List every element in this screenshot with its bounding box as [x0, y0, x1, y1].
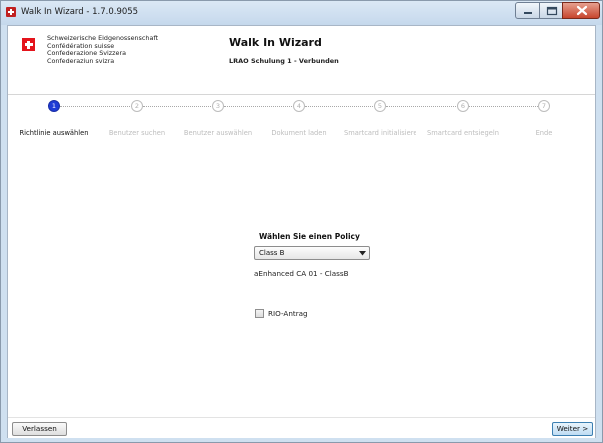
policy-selection-panel: Wählen Sie einen Policy Class B aEnhance… [8, 146, 595, 416]
wizard-title: Walk In Wizard [229, 36, 322, 49]
step-4-indicator: 4 [293, 100, 305, 112]
step-5-indicator: 5 [374, 100, 386, 112]
step-2-label: Benutzer suchen [108, 129, 166, 137]
chevron-down-icon [359, 251, 366, 256]
step-connector [469, 106, 544, 108]
step-5-label: Smartcard initialisieren [344, 129, 416, 137]
step-connector [305, 106, 381, 108]
maximize-button[interactable] [539, 2, 563, 19]
leave-button[interactable]: Verlassen [12, 422, 67, 436]
policy-description: aEnhanced CA 01 - ClassB [254, 269, 349, 278]
step-4-label: Dokument laden [271, 129, 327, 137]
wizard-header: Schweizerische Eidgenossenschaft Confédé… [8, 26, 595, 95]
title-bar[interactable]: Walk In Wizard - 1.7.0.9055 [1, 1, 602, 25]
swiss-flag-icon [22, 38, 35, 51]
application-window: Walk In Wizard - 1.7.0.9055 Schweizerisc… [0, 0, 603, 443]
step-6-indicator: 6 [457, 100, 469, 112]
step-2-indicator: 2 [131, 100, 143, 112]
step-connector [143, 106, 219, 108]
confederation-line-rm: Confederaziun svizra [47, 56, 115, 65]
minimize-button[interactable] [515, 2, 540, 19]
policy-dropdown[interactable]: Class B [254, 246, 370, 260]
policy-selected-value: Class B [259, 249, 285, 257]
step-connector [386, 106, 464, 108]
wizard-steps: 1 2 3 4 5 6 7 Richtlinie auswählen Benut… [8, 95, 595, 145]
step-3-label: Benutzer auswählen [183, 129, 253, 137]
close-button[interactable] [562, 2, 600, 19]
step-connector [224, 106, 300, 108]
window-title: Walk In Wizard - 1.7.0.9055 [21, 7, 139, 17]
rio-antrag-label[interactable]: RIO-Antrag [268, 309, 308, 318]
next-button[interactable]: Weiter > [552, 422, 593, 436]
minimize-icon [524, 12, 532, 14]
close-icon [576, 5, 588, 16]
confederation-text: Schweizerische Eidgenossenschaft Confédé… [47, 34, 158, 65]
step-1-label: Richtlinie auswählen [19, 129, 89, 137]
step-connector [60, 106, 138, 108]
wizard-client-area: Schweizerische Eidgenossenschaft Confédé… [7, 25, 596, 438]
step-1-indicator: 1 [48, 100, 60, 112]
step-6-label: Smartcard entsiegeln [427, 129, 499, 137]
rio-antrag-checkbox[interactable] [255, 309, 264, 318]
step-7-indicator: 7 [538, 100, 550, 112]
wizard-footer: Verlassen Weiter > [8, 417, 595, 438]
step-3-indicator: 3 [212, 100, 224, 112]
app-icon [6, 7, 16, 17]
policy-prompt: Wählen Sie einen Policy [259, 232, 360, 241]
step-7-label: Ende [535, 129, 553, 137]
connection-status: LRAO Schulung 1 - Verbunden [229, 57, 339, 65]
maximize-icon [546, 6, 558, 16]
